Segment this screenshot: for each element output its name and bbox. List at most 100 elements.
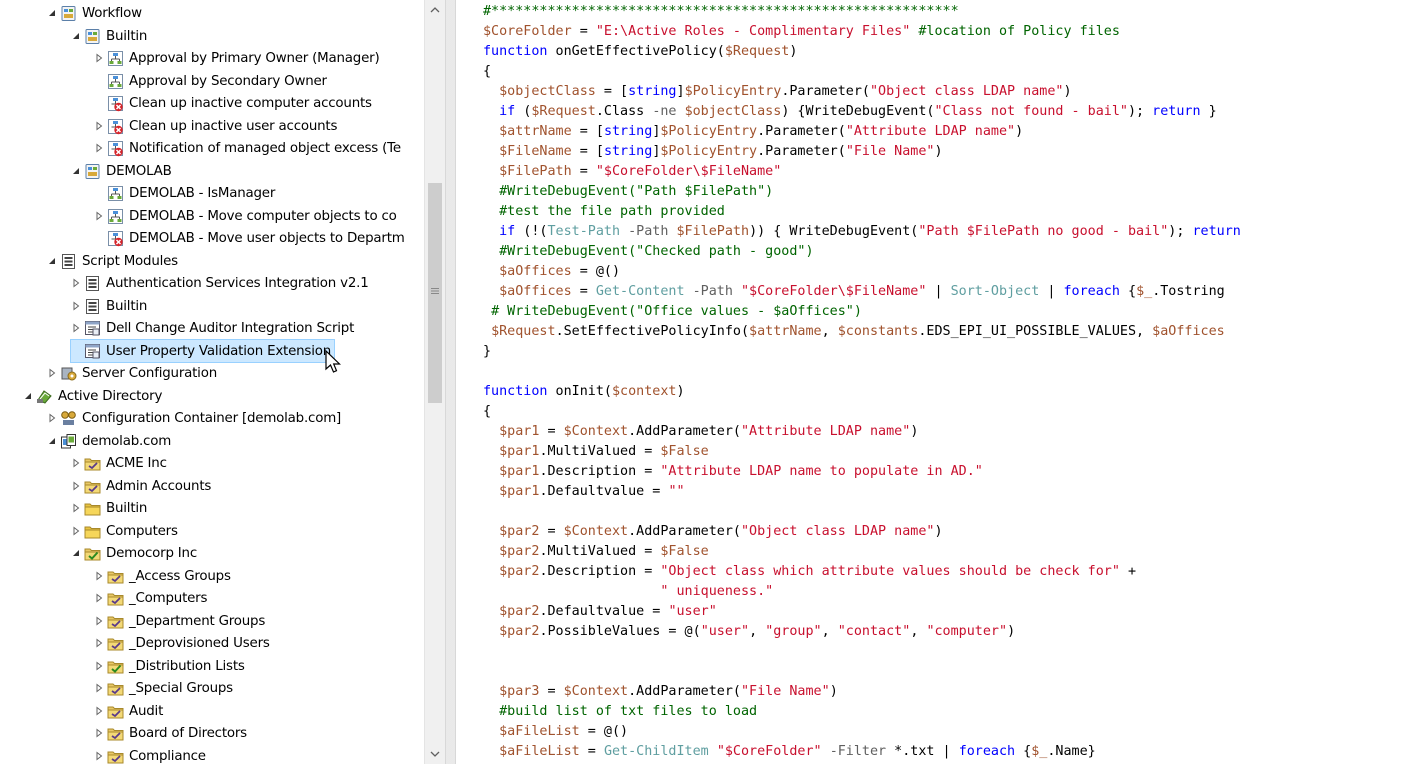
collapsed-arrow-icon[interactable] — [71, 458, 81, 468]
expanded-arrow-icon[interactable] — [71, 548, 81, 558]
tree-item[interactable]: Builtin — [71, 25, 147, 47]
chevron-up-icon — [430, 7, 440, 13]
code-token: -Filter — [829, 744, 887, 759]
tree-item[interactable]: User Property Validation Extension — [69, 339, 336, 363]
tree-item[interactable]: Computers — [71, 520, 178, 542]
tree-item[interactable]: _Special Groups — [94, 677, 233, 699]
collapsed-arrow-icon[interactable] — [71, 503, 81, 513]
code-token: foreach — [958, 744, 1016, 759]
tree-item[interactable]: Dell Change Auditor Integration Script — [71, 317, 354, 339]
code-line: $par1.Defaultvalue = "" — [483, 482, 685, 502]
tree-item-label: DEMOLAB - Move computer objects to co — [129, 208, 397, 224]
code-token: ( — [515, 104, 532, 119]
tree-item[interactable]: Approval by Primary Owner (Manager) — [94, 47, 380, 69]
tree-item[interactable]: Admin Accounts — [71, 475, 211, 497]
collapsed-arrow-icon[interactable] — [71, 278, 81, 288]
collapsed-arrow-icon[interactable] — [94, 638, 104, 648]
tree-item[interactable]: _Deprovisioned Users — [94, 632, 270, 654]
scroll-down-button[interactable] — [427, 746, 443, 762]
code-token: "Object class which attribute values sho… — [660, 564, 1120, 579]
expanded-arrow-icon[interactable] — [47, 256, 57, 266]
pane-splitter[interactable] — [445, 0, 456, 764]
collapsed-arrow-icon[interactable] — [94, 683, 104, 693]
collapsed-arrow-icon[interactable] — [94, 143, 104, 153]
code-line: $par1 = $Context.AddParameter("Attribute… — [483, 422, 918, 442]
tree-item[interactable]: _Distribution Lists — [94, 655, 245, 677]
collapsed-arrow-icon[interactable] — [47, 413, 57, 423]
expanded-arrow-icon[interactable] — [71, 166, 81, 176]
tree-item[interactable]: Notification of managed object excess (T… — [94, 137, 401, 159]
tree-item[interactable]: Builtin — [71, 295, 147, 317]
collapsed-arrow-icon[interactable] — [71, 301, 81, 311]
tree-item[interactable]: DEMOLAB - IsManager — [94, 182, 275, 204]
code-token: .Parameter( — [757, 144, 846, 159]
tree-item[interactable]: Compliance — [94, 745, 206, 764]
script-editor[interactable]: #***************************************… — [456, 0, 1403, 764]
tree-item[interactable]: Active Directory — [23, 385, 162, 407]
collapsed-arrow-icon[interactable] — [94, 661, 104, 671]
code-token: #***************************************… — [483, 4, 959, 19]
tree-item[interactable]: DEMOLAB - Move user objects to Departm — [94, 227, 405, 249]
collapsed-arrow-icon[interactable] — [71, 323, 81, 333]
scroll-up-button[interactable] — [427, 2, 443, 18]
tree-item[interactable]: _Access Groups — [94, 565, 231, 587]
tree-item[interactable]: Server Configuration — [47, 362, 217, 384]
code-token: ) — [934, 524, 943, 539]
tree-item[interactable]: _Department Groups — [94, 610, 265, 632]
tree-item[interactable]: ACME Inc — [71, 452, 167, 474]
collapsed-arrow-icon[interactable] — [47, 368, 57, 378]
code-token: = [ — [571, 124, 604, 139]
tree-item[interactable]: demolab.com — [47, 430, 171, 452]
collapsed-arrow-icon[interactable] — [94, 571, 104, 581]
tree-item[interactable]: Clean up inactive user accounts — [94, 115, 337, 137]
collapsed-arrow-icon[interactable] — [71, 526, 81, 536]
tree-item[interactable]: Board of Directors — [94, 722, 247, 744]
collapsed-arrow-icon[interactable] — [71, 481, 81, 491]
code-token: = — [571, 164, 596, 179]
tree-item-label: Approval by Secondary Owner — [129, 73, 327, 89]
workflow-disabled-icon — [107, 95, 124, 112]
tree-item[interactable]: DEMOLAB — [71, 160, 172, 182]
collapsed-arrow-icon[interactable] — [94, 728, 104, 738]
collapsed-arrow-icon[interactable] — [94, 751, 104, 761]
expanded-arrow-icon[interactable] — [47, 436, 57, 446]
collapsed-arrow-icon[interactable] — [94, 616, 104, 626]
tree-item[interactable]: Authentication Services Integration v2.1 — [71, 272, 369, 294]
collapsed-arrow-icon[interactable] — [94, 593, 104, 603]
code-token: ) — [676, 384, 685, 399]
expanded-arrow-icon[interactable] — [71, 31, 81, 41]
code-token: "" — [668, 484, 685, 499]
expanded-arrow-icon[interactable] — [47, 8, 57, 18]
collapsed-arrow-icon[interactable] — [94, 706, 104, 716]
tree-item[interactable]: DEMOLAB - Move computer objects to co — [94, 205, 397, 227]
tree-item[interactable]: _Computers — [94, 587, 207, 609]
workflow-icon — [107, 185, 124, 202]
tree-vertical-scrollbar[interactable] — [424, 0, 445, 764]
tree-item[interactable]: Approval by Secondary Owner — [94, 70, 327, 92]
tree-item[interactable]: Democorp Inc — [71, 542, 197, 564]
code-token: "group" — [765, 624, 822, 639]
workflow-icon — [107, 50, 124, 67]
tree-item[interactable]: Clean up inactive computer accounts — [94, 92, 372, 114]
tree-item[interactable]: Builtin — [71, 497, 147, 519]
expanded-arrow-icon[interactable] — [23, 391, 33, 401]
code-token: $Request — [531, 104, 596, 119]
collapsed-arrow-icon[interactable] — [94, 121, 104, 131]
code-token: $CoreFolder — [483, 24, 572, 39]
collapsed-arrow-icon[interactable] — [94, 211, 104, 221]
console-tree[interactable]: Workflow Builtin Approval by Primary Owner… — [0, 0, 424, 764]
tree-item[interactable]: Script Modules — [47, 250, 178, 272]
collapsed-arrow-icon[interactable] — [94, 53, 104, 63]
code-line: " uniqueness." — [483, 582, 773, 602]
code-token: $FilePath — [499, 164, 572, 179]
code-token: $FilePath — [676, 224, 750, 239]
tree-item[interactable]: Workflow — [47, 2, 142, 24]
tree-item[interactable]: Configuration Container [demolab.com] — [47, 407, 341, 429]
config-container-icon — [60, 410, 77, 427]
managed-ou-icon — [107, 748, 124, 765]
tree-item[interactable]: Audit — [94, 700, 163, 722]
